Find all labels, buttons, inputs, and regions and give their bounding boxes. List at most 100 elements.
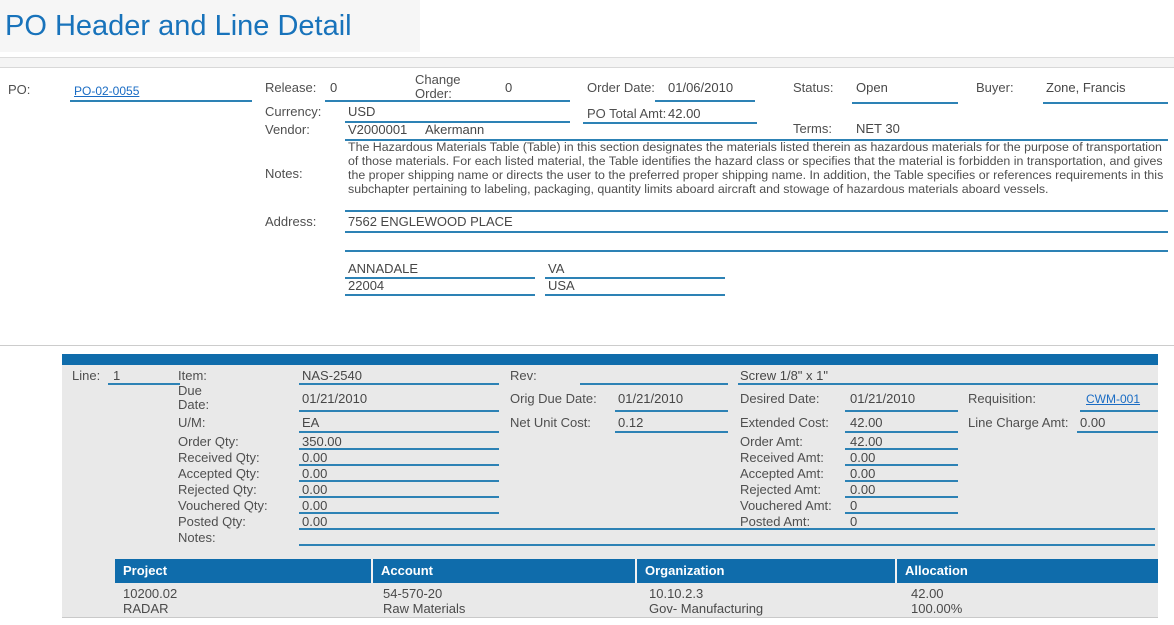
vendor-id: V2000001 (348, 122, 407, 137)
line-charge-rule (1077, 431, 1158, 433)
accepted-qty-value: 0.00 (302, 466, 327, 481)
posted-qty-rule (299, 528, 1155, 530)
order-amt-value: 42.00 (850, 434, 883, 449)
terms-value: NET 30 (856, 121, 900, 136)
organization-name: Gov- Manufacturing (649, 601, 901, 616)
release-label: Release: (265, 80, 316, 95)
order-date-rule (655, 100, 755, 102)
allocation-table-row: 10200.02 RADAR 54-570-20 Raw Materials 1… (115, 586, 1158, 616)
rev-label: Rev: (510, 368, 537, 383)
due-date-rule (299, 410, 499, 412)
vouchered-qty-label: Vouchered Qty: (178, 498, 268, 513)
accepted-amt-label: Accepted Amt: (740, 466, 824, 481)
due-date-value: 01/21/2010 (302, 391, 367, 406)
panel-bottom-divider (62, 617, 1158, 618)
account-name: Raw Materials (383, 601, 639, 616)
po-header-line-detail-page: PO Header and Line Detail PO: PO-02-0055… (0, 0, 1174, 625)
line-label: Line: (72, 368, 100, 383)
buyer-value: Zone, Francis (1046, 80, 1125, 95)
po-total-label: PO Total Amt: (587, 106, 666, 121)
extended-cost-label: Extended Cost: (740, 415, 829, 430)
column-header-account: Account (373, 559, 637, 583)
po-number-link[interactable]: PO-02-0055 (74, 84, 139, 98)
received-amt-value: 0.00 (850, 450, 875, 465)
accepted-amt-value: 0.00 (850, 466, 875, 481)
address-line2-rule (345, 250, 1168, 252)
allocation-table-header: Project Account Organization Allocation (115, 559, 1158, 583)
change-order-value: 0 (505, 80, 512, 95)
posted-amt-value: 0 (850, 514, 857, 529)
project-cell: 10200.02 RADAR (115, 586, 373, 616)
received-qty-label: Received Qty: (178, 450, 260, 465)
line-section-bar (62, 354, 1158, 365)
account-id: 54-570-20 (383, 586, 639, 601)
due-date-label: Due Date: (178, 384, 223, 412)
status-value: Open (856, 80, 888, 95)
address-state: VA (548, 261, 564, 276)
allocation-percent: 100.00% (911, 601, 1158, 616)
divider (0, 67, 1174, 68)
po-total-value: 42.00 (668, 106, 701, 121)
orig-due-date-label: Orig Due Date: (510, 391, 597, 406)
address-zip: 22004 (348, 278, 384, 293)
vouchered-qty-value: 0.00 (302, 498, 327, 513)
net-unit-cost-label: Net Unit Cost: (510, 415, 591, 430)
currency-value: USD (348, 104, 375, 119)
rejected-qty-value: 0.00 (302, 482, 327, 497)
line-notes-label: Notes: (178, 530, 216, 545)
terms-label: Terms: (793, 121, 832, 136)
rev-rule (580, 383, 728, 385)
posted-amt-label: Posted Amt: (740, 514, 810, 529)
organization-cell: 10.10.2.3 Gov- Manufacturing (641, 586, 901, 616)
vouchered-amt-rule (845, 512, 958, 514)
description-rule (738, 383, 1158, 385)
rejected-qty-label: Rejected Qty: (178, 482, 257, 497)
notes-rule (345, 210, 1168, 212)
status-label: Status: (793, 80, 833, 95)
requisition-rule (1080, 410, 1158, 412)
net-unit-cost-value: 0.12 (618, 415, 643, 430)
accepted-qty-rule (299, 480, 499, 482)
release-field-rule (325, 100, 570, 102)
page-title: PO Header and Line Detail (5, 9, 352, 43)
section-divider (0, 345, 1174, 346)
release-value: 0 (330, 80, 337, 95)
address-zip-rule (345, 294, 535, 296)
po-field-rule (70, 100, 252, 102)
column-header-organization: Organization (637, 559, 897, 583)
address-line1-rule (345, 231, 1168, 233)
accepted-qty-label: Accepted Qty: (178, 466, 260, 481)
order-qty-label: Order Qty: (178, 434, 239, 449)
item-value: NAS-2540 (302, 368, 362, 383)
account-cell: 54-570-20 Raw Materials (375, 586, 639, 616)
address-country-rule (545, 294, 725, 296)
buyer-rule (1043, 102, 1168, 104)
desired-date-rule (845, 410, 958, 412)
line-rule (108, 383, 180, 385)
po-label: PO: (8, 82, 30, 97)
status-rule (852, 102, 958, 104)
address-city: ANNADALE (348, 261, 418, 276)
po-total-rule (583, 122, 757, 124)
order-qty-value: 350.00 (302, 434, 342, 449)
notes-text: The Hazardous Materials Table (Table) in… (348, 140, 1169, 196)
posted-qty-label: Posted Qty: (178, 514, 246, 529)
vouchered-amt-value: 0 (850, 498, 857, 513)
extended-cost-rule (845, 431, 958, 433)
project-name: RADAR (123, 601, 373, 616)
line-charge-value: 0.00 (1080, 415, 1105, 430)
desired-date-value: 01/21/2010 (850, 391, 915, 406)
line-notes-rule (299, 544, 1155, 546)
requisition-link[interactable]: CWM-001 (1086, 392, 1140, 406)
buyer-label: Buyer: (976, 80, 1014, 95)
desired-date-label: Desired Date: (740, 391, 819, 406)
column-header-project: Project (115, 559, 373, 583)
order-date-value: 01/06/2010 (668, 80, 733, 95)
extended-cost-value: 42.00 (850, 415, 883, 430)
address-label: Address: (265, 214, 316, 229)
rejected-amt-value: 0.00 (850, 482, 875, 497)
project-id: 10200.02 (123, 586, 373, 601)
item-label: Item: (178, 368, 207, 383)
column-header-allocation: Allocation (897, 559, 1158, 583)
order-date-label: Order Date: (587, 80, 655, 95)
